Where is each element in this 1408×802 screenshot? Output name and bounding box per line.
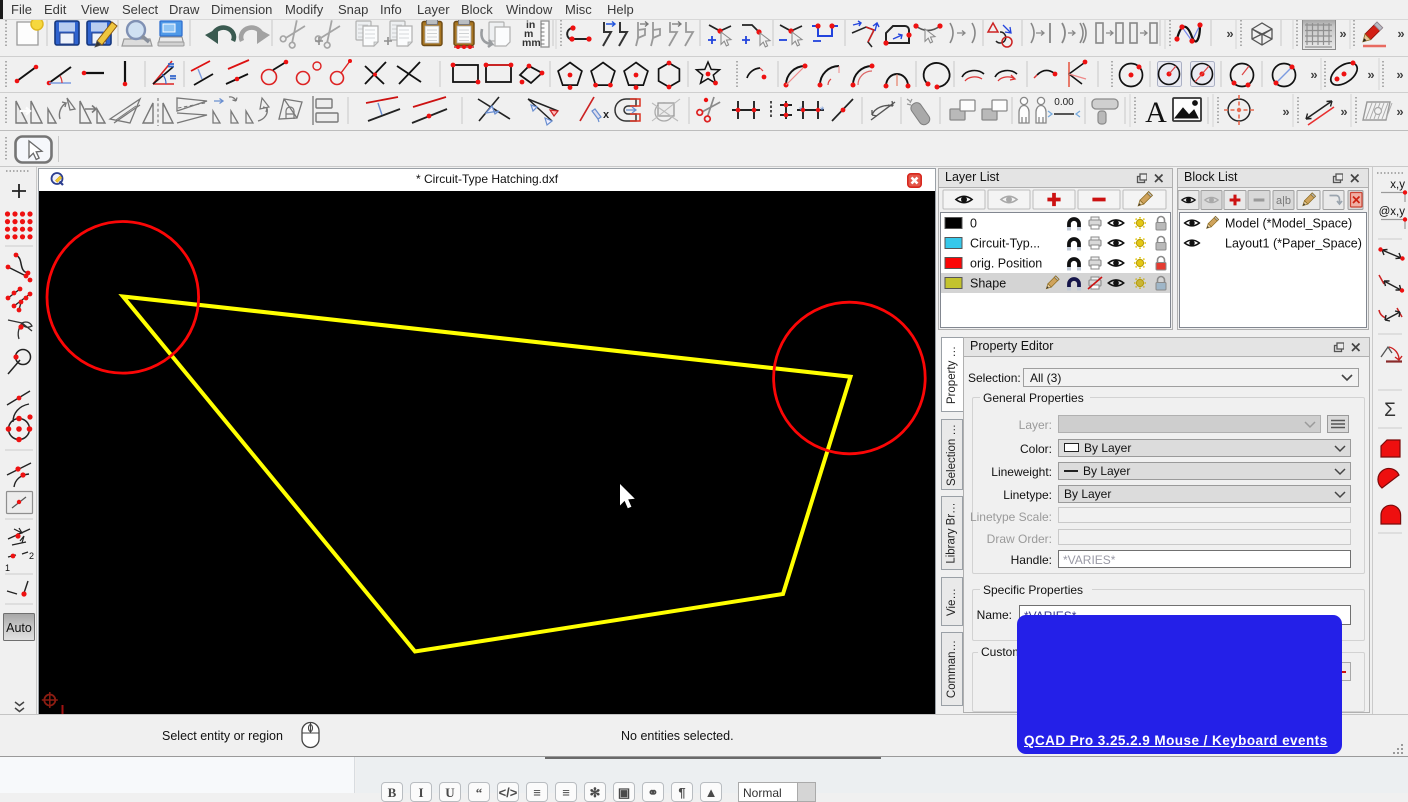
svg-text:Model (*Model_Space): Model (*Model_Space): [1225, 217, 1352, 231]
svg-text:»: »: [1396, 67, 1403, 82]
svg-text:2: 2: [29, 551, 34, 561]
svg-text:Σ: Σ: [1384, 400, 1396, 421]
svg-text:mm: mm: [522, 37, 541, 49]
svg-text:»: »: [1340, 104, 1347, 119]
svg-text:»: »: [1226, 26, 1233, 41]
svg-text:Shape: Shape: [970, 277, 1006, 291]
svg-text:»: »: [1282, 104, 1289, 119]
svg-text:Auto: Auto: [6, 621, 32, 635]
svg-text:orig. Position: orig. Position: [970, 257, 1042, 271]
svg-text:x,y: x,y: [1390, 179, 1405, 191]
svg-text:»: »: [1339, 26, 1346, 41]
svg-text:Layout1 (*Paper_Space): Layout1 (*Paper_Space): [1225, 237, 1362, 251]
svg-text:*: *: [820, 105, 825, 117]
svg-text:x: x: [603, 109, 610, 121]
svg-text:1: 1: [5, 563, 10, 573]
svg-text:@x,y: @x,y: [1379, 206, 1406, 218]
svg-text:A: A: [1145, 96, 1167, 129]
svg-text:»: »: [1396, 104, 1403, 119]
svg-text:0.00: 0.00: [1054, 97, 1074, 108]
svg-text:»: »: [1310, 67, 1317, 82]
svg-text:Circuit-Typ...: Circuit-Typ...: [970, 237, 1040, 251]
svg-text:»: »: [1367, 67, 1374, 82]
svg-text:0: 0: [970, 217, 977, 231]
svg-text:a|b: a|b: [1276, 195, 1291, 207]
svg-text:»: »: [1397, 26, 1404, 41]
